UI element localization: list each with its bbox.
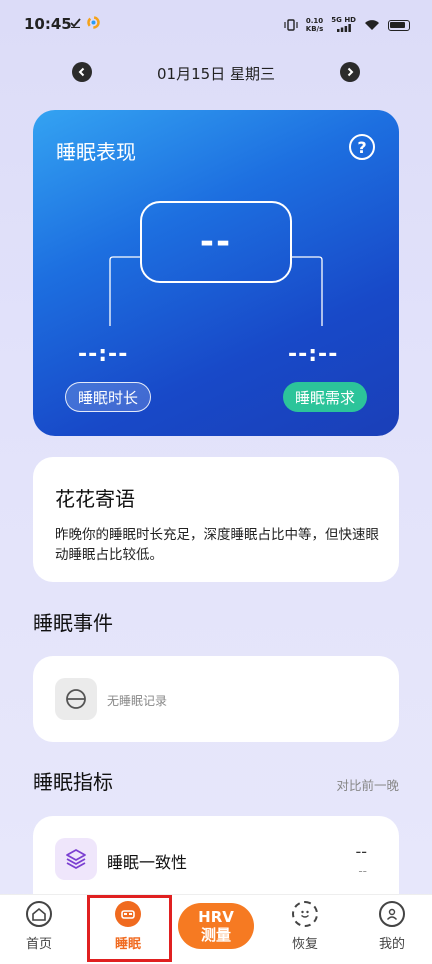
metric-comparison: -- <box>358 864 367 878</box>
vibrate-icon <box>284 19 298 31</box>
metrics-section-title: 睡眠指标 <box>33 770 113 794</box>
checkmark-icon <box>70 18 81 28</box>
sleep-performance-card[interactable]: 睡眠表现 ? -- --:-- --:-- 睡眠时长 睡眠需求 <box>33 110 399 436</box>
battery-icon <box>388 19 410 31</box>
nav-mine[interactable]: 我的 <box>362 901 422 952</box>
status-bar: 10:45 0.10 KB/s 5G HD <box>0 0 432 50</box>
status-time: 10:45 <box>24 15 72 33</box>
current-date[interactable]: 01月15日 星期三 <box>0 63 432 84</box>
nav-recover[interactable]: 恢复 <box>275 901 335 952</box>
sleep-duration-value: --:-- <box>78 342 129 367</box>
net-speed: 0.10 KB/s <box>305 17 324 33</box>
stack-icon <box>66 849 86 869</box>
events-section-title: 睡眠事件 <box>33 611 113 635</box>
compare-previous-night[interactable]: 对比前一晚 <box>336 775 399 794</box>
hrv-measure-button[interactable]: HRV 测量 <box>178 903 254 949</box>
metric-label: 睡眠一致性 <box>107 853 188 872</box>
bottom-nav: 首页 睡眠 HRV 测量 恢复 我的 <box>0 894 432 964</box>
sleep-need-pill[interactable]: 睡眠需求 <box>282 382 367 412</box>
date-navigator: 01月15日 星期三 <box>0 58 432 86</box>
signal-indicator: 5G HD <box>331 16 356 34</box>
wifi-icon <box>365 20 379 30</box>
message-card: 花花寄语 昨晚你的睡眠时长充足，深度睡眠占比中等，但快速眼动睡眠占比较低。 <box>33 457 399 582</box>
sleep-need-value: --:-- <box>288 342 339 367</box>
recover-icon <box>292 901 318 927</box>
message-title: 花花寄语 <box>55 487 135 511</box>
sleep-duration-pill[interactable]: 睡眠时长 <box>65 382 152 412</box>
nav-home[interactable]: 首页 <box>9 901 69 952</box>
layers-icon <box>55 838 97 880</box>
metric-value: -- <box>355 842 367 861</box>
profile-icon <box>379 901 405 927</box>
metric-item[interactable]: 睡眠一致性 -- -- <box>33 816 399 906</box>
empty-record-icon <box>55 678 97 720</box>
events-empty-text: 无睡眠记录 <box>107 694 168 708</box>
message-text: 昨晚你的睡眠时长充足，深度睡眠占比中等，但快速眼动睡眠占比较低。 <box>55 527 379 563</box>
next-day-button[interactable] <box>340 62 360 82</box>
home-icon <box>26 901 52 927</box>
selected-tab-highlight <box>87 895 172 962</box>
empty-circle-icon <box>66 689 86 709</box>
chevron-right-icon <box>347 67 354 77</box>
app-logo-icon <box>87 16 100 29</box>
signal-icon <box>336 24 351 32</box>
events-card[interactable]: 无睡眠记录 <box>33 656 399 742</box>
